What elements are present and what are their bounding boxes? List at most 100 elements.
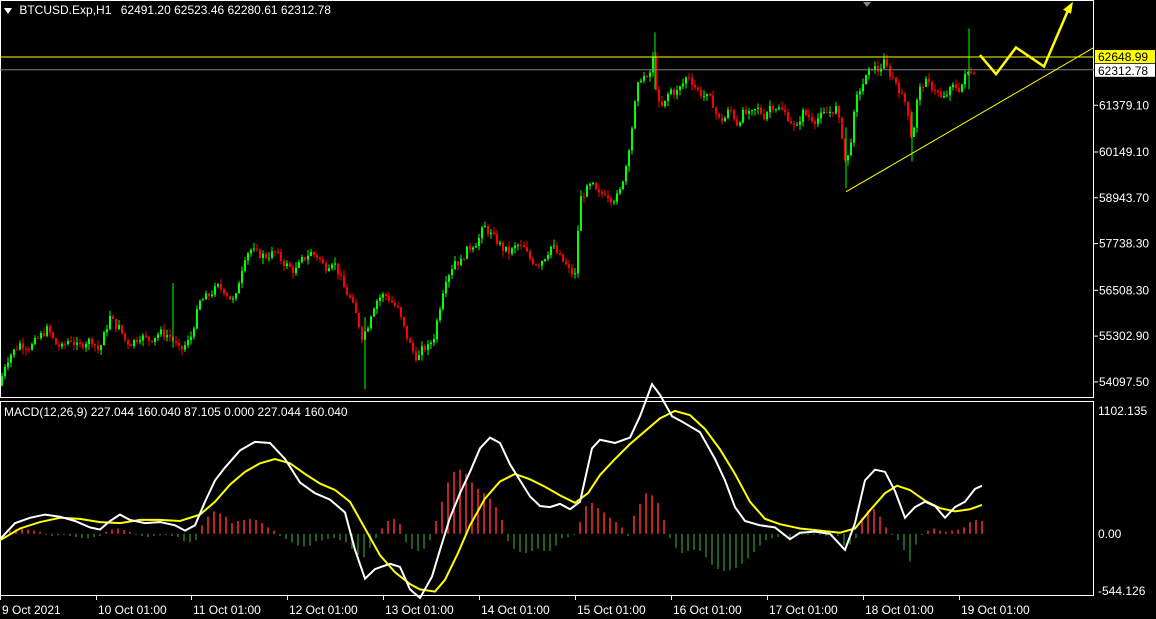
- candle-body: [265, 253, 267, 258]
- candle-body: [439, 309, 441, 321]
- candle-body: [304, 256, 306, 260]
- candle-body: [952, 84, 954, 88]
- candle-body: [658, 89, 660, 102]
- candle-body: [847, 155, 849, 161]
- candle-body: [202, 299, 204, 301]
- candle-body: [688, 77, 690, 79]
- candle-body: [223, 289, 225, 294]
- time-tick-label: 14 Oct 01:00: [481, 603, 550, 617]
- candle-body: [178, 342, 180, 346]
- candle-body: [352, 297, 354, 303]
- candle-body: [91, 338, 93, 345]
- candle-body: [694, 85, 696, 88]
- candle-body: [67, 340, 69, 345]
- time-tick-label: 10 Oct 01:00: [98, 603, 167, 617]
- candle-body: [7, 362, 9, 367]
- candle-body: [289, 263, 291, 267]
- candle-body: [121, 325, 123, 334]
- candle-body: [901, 93, 903, 95]
- candle-body: [256, 248, 258, 250]
- candle-body: [235, 293, 237, 299]
- candle-body: [793, 123, 795, 126]
- price-tick-label: 58943.70: [1099, 191, 1149, 205]
- candle-body: [130, 344, 132, 347]
- candle-body: [190, 336, 192, 341]
- candle-body: [817, 118, 819, 124]
- candle-body: [754, 108, 756, 111]
- candle-body: [535, 264, 537, 266]
- candle-body: [358, 312, 360, 327]
- candle-body: [826, 112, 828, 114]
- candle-body: [571, 267, 573, 275]
- candle-body: [52, 332, 54, 339]
- candle-body: [388, 295, 390, 301]
- candle-body: [538, 265, 540, 267]
- candle-body: [841, 117, 843, 139]
- candle-body: [322, 259, 324, 264]
- candle-body: [556, 245, 558, 254]
- candle-body: [769, 105, 771, 113]
- price-tick-label: 60149.10: [1099, 145, 1149, 159]
- candle-body: [475, 245, 477, 248]
- candle-body: [589, 184, 591, 186]
- candle-body: [946, 95, 948, 97]
- candle-body: [970, 71, 972, 73]
- candle-body: [244, 260, 246, 271]
- candle-body: [319, 257, 321, 260]
- candle-body: [544, 259, 546, 262]
- candle-body: [661, 101, 663, 107]
- candle-body: [649, 72, 651, 77]
- candle-body: [502, 242, 504, 251]
- candle-body: [127, 340, 129, 345]
- candle-body: [493, 232, 495, 235]
- candle-body: [820, 112, 822, 119]
- candle-body: [124, 333, 126, 341]
- candle-body: [835, 106, 837, 114]
- candle-body: [28, 349, 30, 351]
- macd-tick-label: 1102.135: [1098, 404, 1147, 418]
- candle-body: [811, 117, 813, 122]
- candle-body: [421, 345, 423, 356]
- candle-body: [778, 107, 780, 110]
- candle-body: [580, 196, 582, 231]
- candle-body: [406, 325, 408, 339]
- price-tick-label: 54097.50: [1099, 375, 1149, 389]
- candle-body: [949, 87, 951, 96]
- candle-body: [850, 142, 852, 156]
- candle-body: [229, 295, 231, 300]
- yellow-price-label: 62648.99: [1098, 50, 1148, 64]
- candle-body: [310, 252, 312, 256]
- candle-body: [775, 109, 777, 111]
- candle-body: [106, 329, 108, 333]
- time-tick-label: 18 Oct 01:00: [865, 603, 934, 617]
- candle-body: [220, 284, 222, 290]
- candle-body: [46, 326, 48, 336]
- candle-body: [583, 196, 585, 198]
- candle-body: [217, 284, 219, 287]
- candle-body: [697, 87, 699, 90]
- candle-body: [781, 107, 783, 110]
- candle-body: [166, 335, 168, 338]
- candle-body: [430, 342, 432, 345]
- candle-body: [397, 305, 399, 308]
- dropdown-triangle-icon[interactable]: [4, 7, 12, 14]
- candle-body: [592, 182, 594, 185]
- candle-body: [484, 225, 486, 228]
- candle-body: [886, 59, 888, 67]
- candle-body: [691, 77, 693, 86]
- candle-body: [514, 245, 516, 249]
- candle-body: [415, 351, 417, 361]
- candle-body: [916, 99, 918, 128]
- candle-body: [940, 91, 942, 98]
- candle-body: [577, 230, 579, 274]
- candle-body: [511, 248, 513, 254]
- candle-body: [433, 338, 435, 343]
- candle-body: [343, 275, 345, 288]
- candle-body: [34, 337, 36, 344]
- candle-body: [448, 275, 450, 282]
- candle-body: [790, 121, 792, 124]
- candle-body: [742, 109, 744, 123]
- macd-tick-label: 0.00: [1098, 527, 1122, 541]
- candle-body: [307, 255, 309, 260]
- candle-body: [574, 273, 576, 275]
